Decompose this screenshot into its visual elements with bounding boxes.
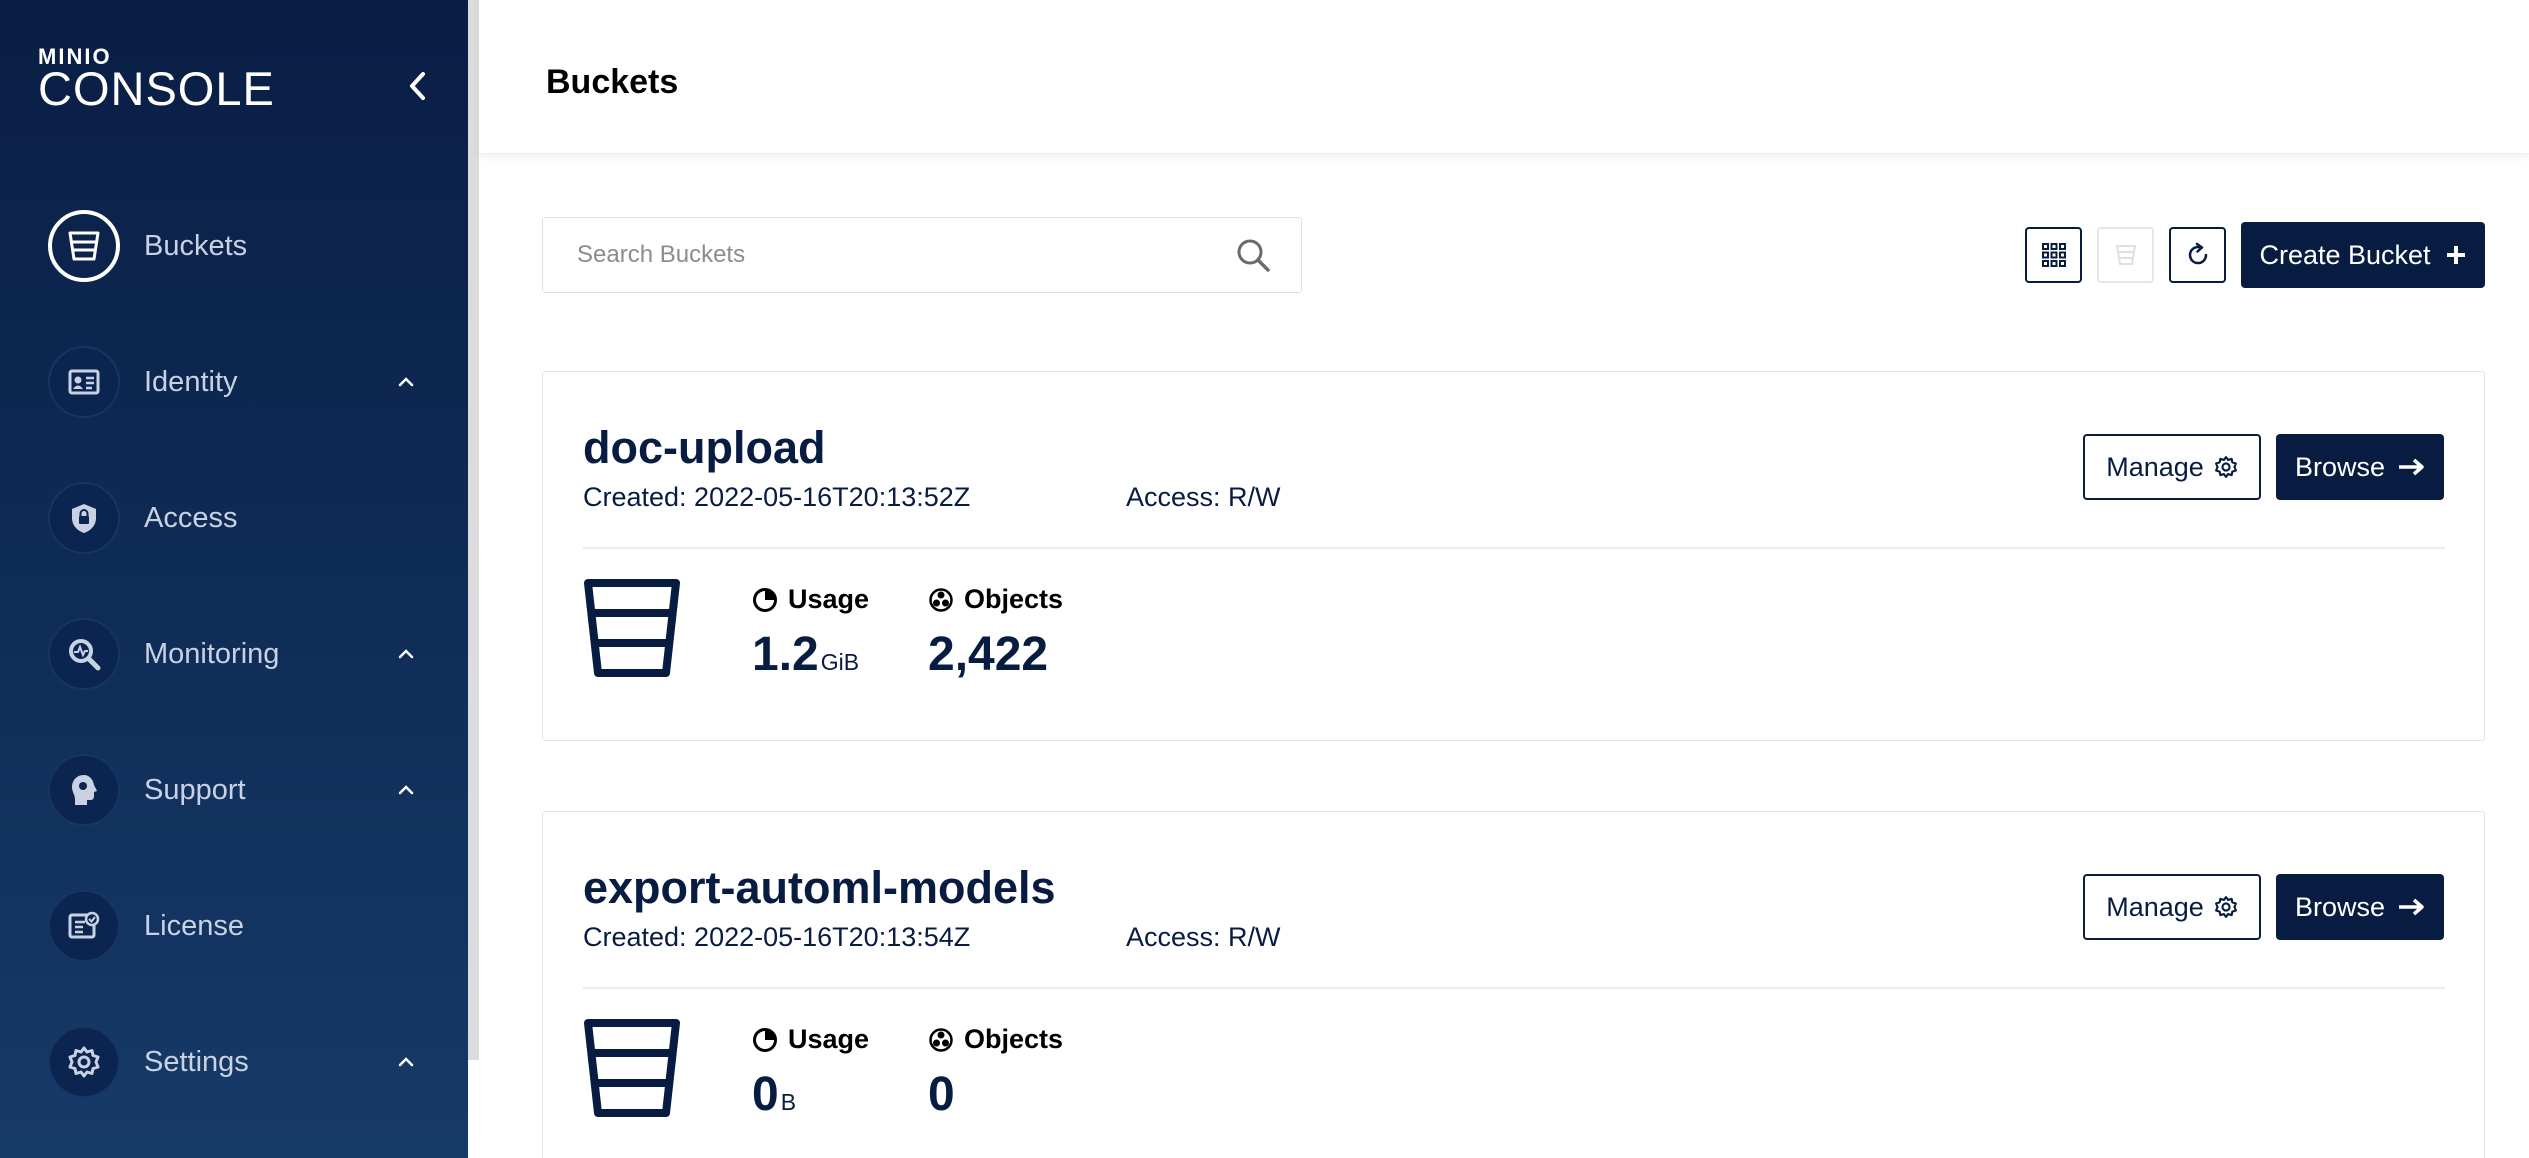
search-input[interactable] [543, 218, 1223, 292]
logo-product: CONSOLE [38, 62, 275, 115]
chevron-up-icon [395, 1051, 417, 1073]
usage-stat: Usage 0B [752, 1024, 869, 1122]
objects-value: 2,422 [928, 628, 1049, 681]
bucket-access: Access: R/W [1126, 482, 1281, 512]
multi-select-button[interactable] [2025, 227, 2082, 283]
refresh-button[interactable] [2169, 227, 2226, 283]
sidebar-item-monitoring[interactable]: Monitoring [0, 606, 468, 702]
sidebar-item-label: Buckets [144, 229, 248, 262]
usage-value: 0 [752, 1068, 779, 1121]
bucket-name[interactable]: export-automl-models [583, 862, 1056, 914]
sidebar-scrollbar[interactable] [468, 0, 479, 1060]
manage-label: Manage [2106, 891, 2204, 922]
card-divider [583, 547, 2445, 549]
arrow-right-icon [2399, 898, 2424, 916]
bucket-created-date: Created: 2022-05-16T20:13:52Z [583, 482, 971, 512]
browse-button[interactable]: Browse [2276, 434, 2444, 500]
bucket-created-date: Created: 2022-05-16T20:13:54Z [583, 922, 971, 952]
objects-stat: Objects 0 [928, 1024, 1063, 1122]
page-title: Buckets [546, 63, 679, 101]
headset-icon [48, 754, 120, 826]
usage-unit: B [780, 1089, 797, 1115]
create-bucket-button[interactable]: Create Bucket [2241, 222, 2485, 288]
browse-button[interactable]: Browse [2276, 874, 2444, 940]
sidebar-item-label: Support [144, 773, 246, 806]
minio-console-logo: MINIO CONSOLE [38, 46, 275, 115]
sidebar-item-access[interactable]: Access [0, 470, 468, 566]
chevron-up-icon [395, 643, 417, 665]
sidebar-item-label: Identity [144, 365, 238, 398]
objects-stat: Objects 2,422 [928, 584, 1063, 682]
sidebar-item-buckets[interactable]: Buckets [0, 198, 468, 294]
manage-button[interactable]: Manage [2083, 874, 2261, 940]
bucket-icon [584, 1019, 680, 1117]
license-certificate-icon [48, 890, 120, 962]
gear-icon [48, 1026, 120, 1098]
lock-shield-icon [48, 482, 120, 554]
chevron-up-icon [395, 779, 417, 801]
minio-console-app: MINIO CONSOLE Buckets Identity Access Mo… [0, 0, 2529, 1158]
delete-selected-button[interactable] [2097, 227, 2154, 283]
gear-icon [2214, 896, 2237, 918]
page-header [479, 0, 2529, 154]
objects-icon [929, 587, 953, 612]
card-divider [583, 987, 2445, 989]
sidebar: MINIO CONSOLE Buckets Identity Access Mo… [0, 0, 468, 1158]
search-icon[interactable] [1235, 237, 1271, 273]
bucket-name[interactable]: doc-upload [583, 422, 825, 474]
objects-icon [929, 1027, 953, 1052]
collapse-sidebar-button[interactable] [402, 66, 434, 106]
bucket-card: doc-upload Created: 2022-05-16T20:13:52Z… [542, 371, 2485, 741]
browse-label: Browse [2294, 891, 2386, 922]
bucket-icon [48, 210, 120, 282]
magnifier-chart-icon [48, 618, 120, 690]
usage-stat: Usage 1.2GiB [752, 584, 869, 682]
bucket-card: export-automl-models Created: 2022-05-16… [542, 811, 2485, 1158]
sidebar-item-support[interactable]: Support [0, 742, 468, 838]
pie-chart-icon [753, 1027, 777, 1052]
refresh-icon [2188, 242, 2207, 265]
bucket-icon [584, 579, 680, 677]
sidebar-item-label: License [144, 909, 244, 942]
objects-value: 0 [928, 1068, 955, 1121]
objects-label: Objects [964, 584, 1064, 614]
grid-icon [2041, 243, 2066, 267]
gear-icon [2214, 456, 2237, 478]
manage-button[interactable]: Manage [2083, 434, 2261, 500]
chevron-left-icon [410, 72, 425, 100]
bucket-access: Access: R/W [1126, 922, 1281, 952]
sidebar-item-label: Settings [144, 1045, 249, 1078]
usage-label: Usage [788, 1024, 870, 1054]
usage-value: 1.2 [752, 628, 819, 681]
sidebar-item-label: Access [144, 501, 238, 534]
sidebar-item-settings[interactable]: Settings [0, 1014, 468, 1110]
usage-unit: GiB [820, 649, 860, 675]
create-bucket-label: Create Bucket [2259, 239, 2431, 270]
plus-icon [2446, 246, 2465, 264]
sidebar-item-identity[interactable]: Identity [0, 334, 468, 430]
id-card-icon [48, 346, 120, 418]
sidebar-item-license[interactable]: License [0, 878, 468, 974]
search-box [542, 217, 1302, 293]
arrow-right-icon [2399, 458, 2424, 476]
browse-label: Browse [2294, 451, 2386, 482]
manage-label: Manage [2106, 451, 2204, 482]
objects-label: Objects [964, 1024, 1064, 1054]
bucket-icon [2115, 245, 2136, 265]
chevron-up-icon [395, 371, 417, 393]
usage-label: Usage [788, 584, 870, 614]
pie-chart-icon [753, 587, 777, 612]
sidebar-item-label: Monitoring [144, 637, 280, 670]
